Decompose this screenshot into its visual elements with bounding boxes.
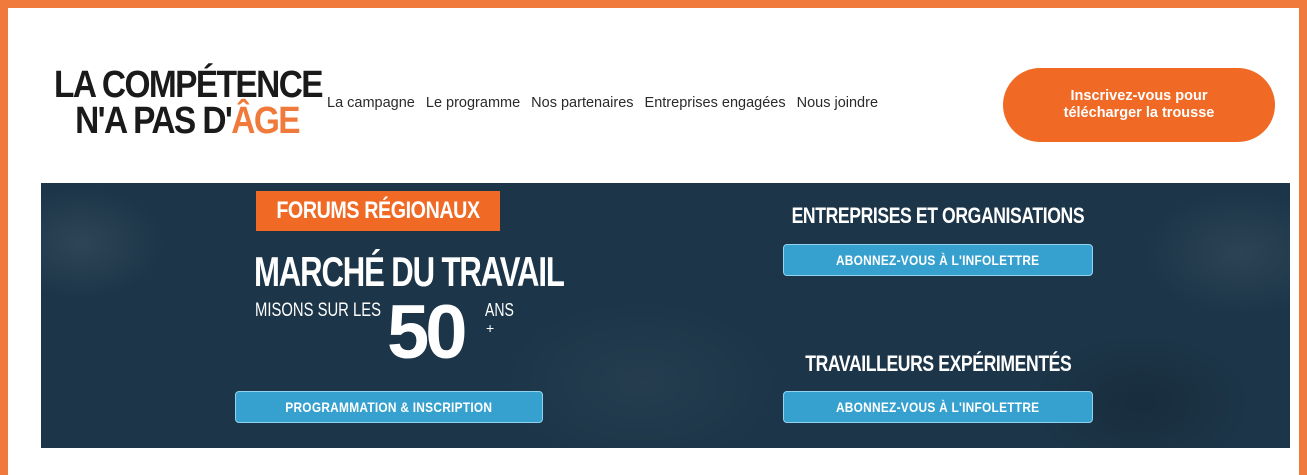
signup-download-kit-button[interactable]: Inscrivez-vous pour télécharger la trous… [1003, 68, 1275, 142]
nav-item-nous-joindre[interactable]: Nous joindre [797, 95, 878, 111]
promo-banner: FORUMS RÉGIONAUX MARCHÉ DU TRAVAIL MISON… [41, 183, 1290, 448]
travailleurs-heading: TRAVAILLEURS EXPÉRIMENTÉS [804, 351, 1072, 376]
main-nav: La campagne Le programme Nos partenaires… [327, 95, 878, 111]
site-logo[interactable]: LA COMPÉTENCE N'A PAS D'ÂGE [54, 64, 324, 142]
programmation-inscription-button[interactable]: PROGRAMMATION & INSCRIPTION [235, 391, 543, 423]
nav-item-programme[interactable]: Le programme [426, 95, 520, 111]
nav-item-entreprises-engagees[interactable]: Entreprises engagées [645, 95, 786, 111]
logo-line2-accent: ÂGE [231, 100, 300, 142]
logo-line2-prefix: N'A PAS D' [75, 100, 233, 142]
banner-misons-text: MISONS SUR LES [255, 300, 382, 321]
nav-item-partenaires[interactable]: Nos partenaires [531, 95, 633, 111]
forums-regionaux-tag: FORUMS RÉGIONAUX [256, 191, 500, 231]
entreprises-heading: ENTREPRISES ET ORGANISATIONS [791, 203, 1085, 228]
cta-line2: télécharger la trousse [1063, 105, 1215, 121]
banner-plus: + [486, 320, 495, 336]
logo-line1: LA COMPÉTENCE [54, 64, 324, 106]
banner-fifty: 50 [387, 290, 468, 375]
logo-line2: N'A PAS D'ÂGE [54, 100, 300, 142]
travailleurs-newsletter-button[interactable]: ABONNEZ-VOUS À L'INFOLETTRE [783, 391, 1093, 423]
banner-title: MARCHÉ DU TRAVAIL [254, 248, 565, 295]
nav-item-campagne[interactable]: La campagne [327, 95, 415, 111]
cta-line1: Inscrivez-vous pour [1070, 88, 1208, 104]
entreprises-newsletter-button[interactable]: ABONNEZ-VOUS À L'INFOLETTRE [783, 244, 1093, 276]
banner-ans: ANS [485, 300, 514, 320]
